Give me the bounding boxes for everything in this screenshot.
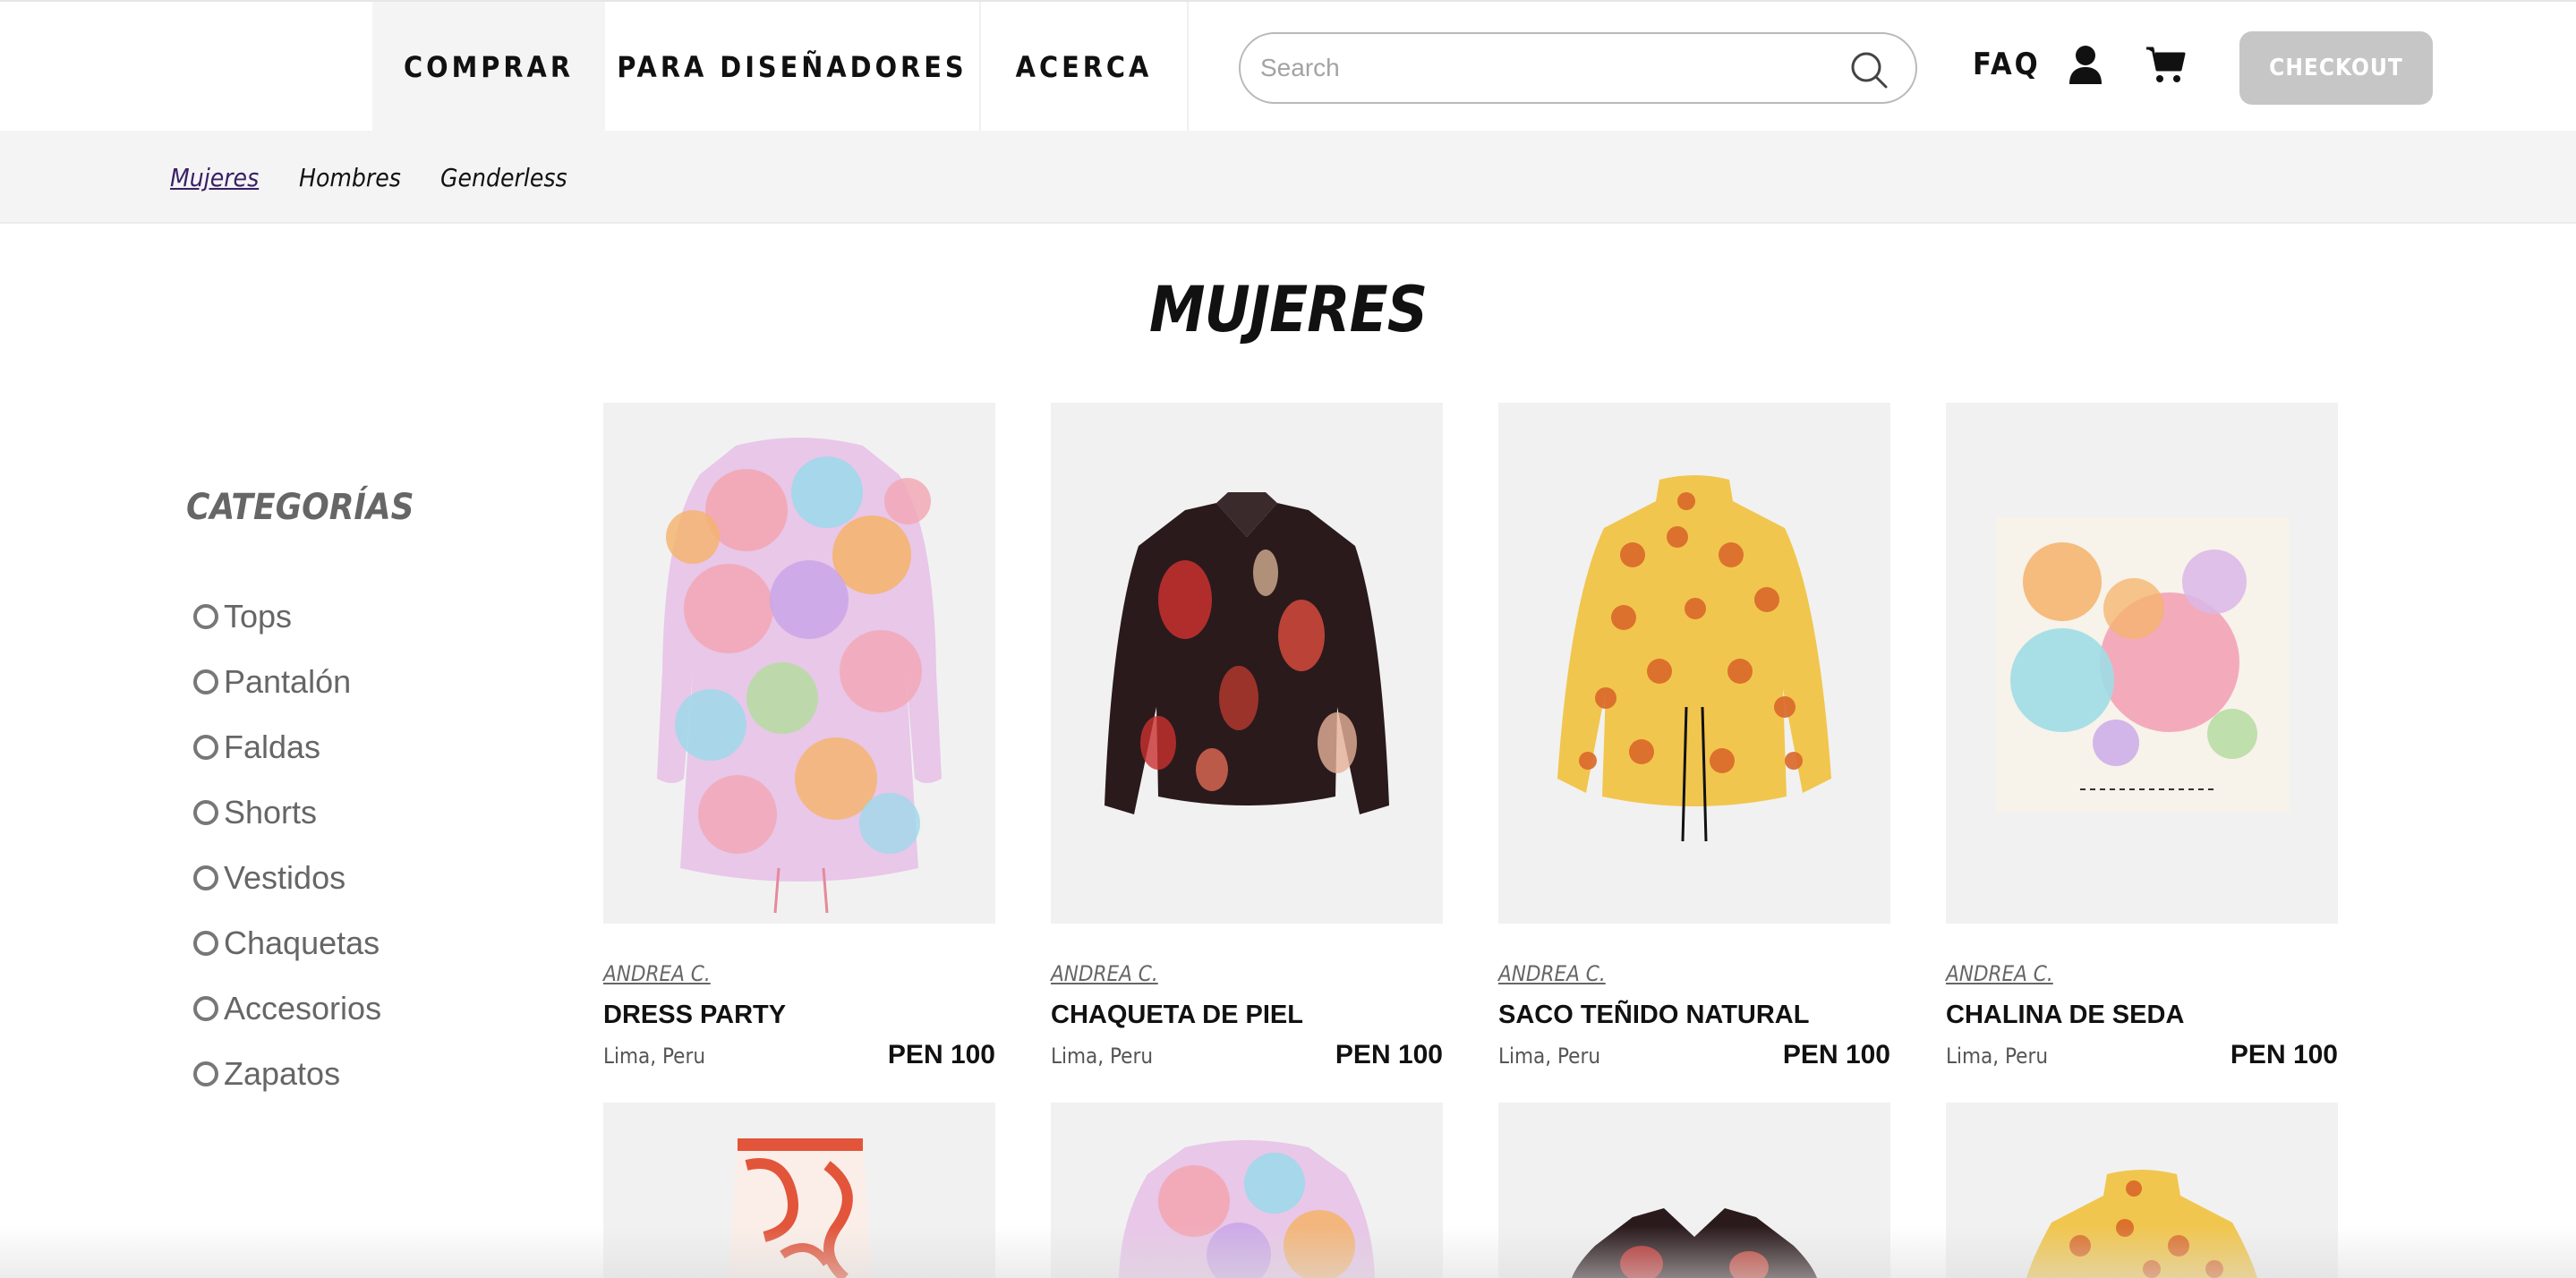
radio-icon[interactable] [193,604,218,629]
top-nav: COMPRAR PARA DISEÑADORES ACERCA FAQ CHEC… [0,0,2576,132]
product-image-dress[interactable] [1051,1103,1443,1278]
product-image-scarf[interactable] [1946,403,2338,924]
category-label: Accesorios [224,990,382,1027]
search-box [1239,32,1917,104]
category-label: Zapatos [224,1055,341,1092]
product-designer[interactable]: ANDREA C. [1051,961,1158,986]
product-location: Lima, Peru [1498,1044,1601,1069]
category-chaquetas[interactable]: Chaquetas [193,924,380,962]
scarf-illustration [1996,517,2290,813]
radio-icon[interactable] [193,865,218,890]
radio-icon[interactable] [193,669,218,694]
category-accesorios[interactable]: Accesorios [193,990,381,1027]
category-label: Shorts [224,794,318,831]
product-image-anorak[interactable] [1498,403,1890,924]
dress-illustration [657,438,942,914]
product-price: PEN 100 [2230,1040,2338,1069]
search-icon[interactable] [1849,50,1889,89]
page-title: MUJERES [1148,273,1428,346]
category-label: Vestidos [224,859,346,896]
radio-icon[interactable] [193,996,218,1021]
faq-link[interactable]: FAQ [1973,47,2041,82]
radio-icon[interactable] [193,800,218,825]
nav-divider [1187,2,1189,132]
category-tops[interactable]: Tops [193,598,292,635]
product-location: Lima, Peru [603,1044,706,1069]
user-icon[interactable] [2068,45,2103,84]
product-image-dress[interactable] [603,403,995,924]
product-designer[interactable]: ANDREA C. [603,961,711,986]
product-name[interactable]: CHAQUETA DE PIEL [1051,1001,1303,1030]
radio-icon[interactable] [193,931,218,956]
product-name[interactable]: SACO TEÑIDO NATURAL [1498,1001,1809,1030]
product-price: PEN 100 [887,1040,995,1069]
nav-comprar[interactable]: COMPRAR [372,2,605,132]
category-faldas[interactable]: Faldas [193,728,320,766]
category-label: Tops [224,598,293,635]
search-input[interactable] [1260,34,1833,102]
category-zapatos[interactable]: Zapatos [193,1055,340,1093]
nav-acerca[interactable]: ACERCA [981,2,1187,132]
product-location: Lima, Peru [1946,1044,2049,1069]
product-price: PEN 100 [1335,1040,1443,1069]
subnav-mujeres[interactable]: Mujeres [170,163,259,192]
product-price: PEN 100 [1782,1040,1890,1069]
product-image-anorak[interactable] [1946,1103,2338,1278]
category-label: Pantalón [224,663,352,700]
skirt-illustration [729,1138,872,1278]
category-vestidos[interactable]: Vestidos [193,859,345,897]
categories-heading: CATEGORÍAS [186,487,414,528]
product-name[interactable]: CHALINA DE SEDA [1946,1001,2184,1030]
anorak-illustration [2026,1170,2257,1278]
anorak-illustration [1557,475,1831,842]
product-designer[interactable]: ANDREA C. [1946,961,2053,986]
category-pantalon[interactable]: Pantalón [193,663,351,701]
category-label: Chaquetas [224,924,380,961]
radio-icon[interactable] [193,735,218,760]
product-name[interactable]: DRESS PARTY [603,1001,786,1030]
category-shorts[interactable]: Shorts [193,794,317,831]
product-image-jacket[interactable] [1051,403,1443,924]
subnav-genderless[interactable]: Genderless [440,163,567,192]
checkout-button[interactable]: CHECKOUT [2239,31,2433,105]
product-designer[interactable]: ANDREA C. [1498,961,1606,986]
product-image-jacket[interactable] [1498,1103,1890,1278]
subnav-hombres[interactable]: Hombres [299,163,401,192]
jacket-illustration [1572,1208,1817,1278]
category-label: Faldas [224,728,321,765]
cart-icon[interactable] [2145,45,2186,84]
radio-icon[interactable] [193,1061,218,1086]
product-location: Lima, Peru [1051,1044,1154,1069]
nav-para-disenadores[interactable]: PARA DISEÑADORES [605,2,979,132]
gender-subnav: Mujeres Hombres Genderless [0,131,2576,224]
dress-illustration [1119,1140,1375,1278]
jacket-illustration [1105,492,1389,814]
product-image-skirt[interactable] [603,1103,995,1278]
